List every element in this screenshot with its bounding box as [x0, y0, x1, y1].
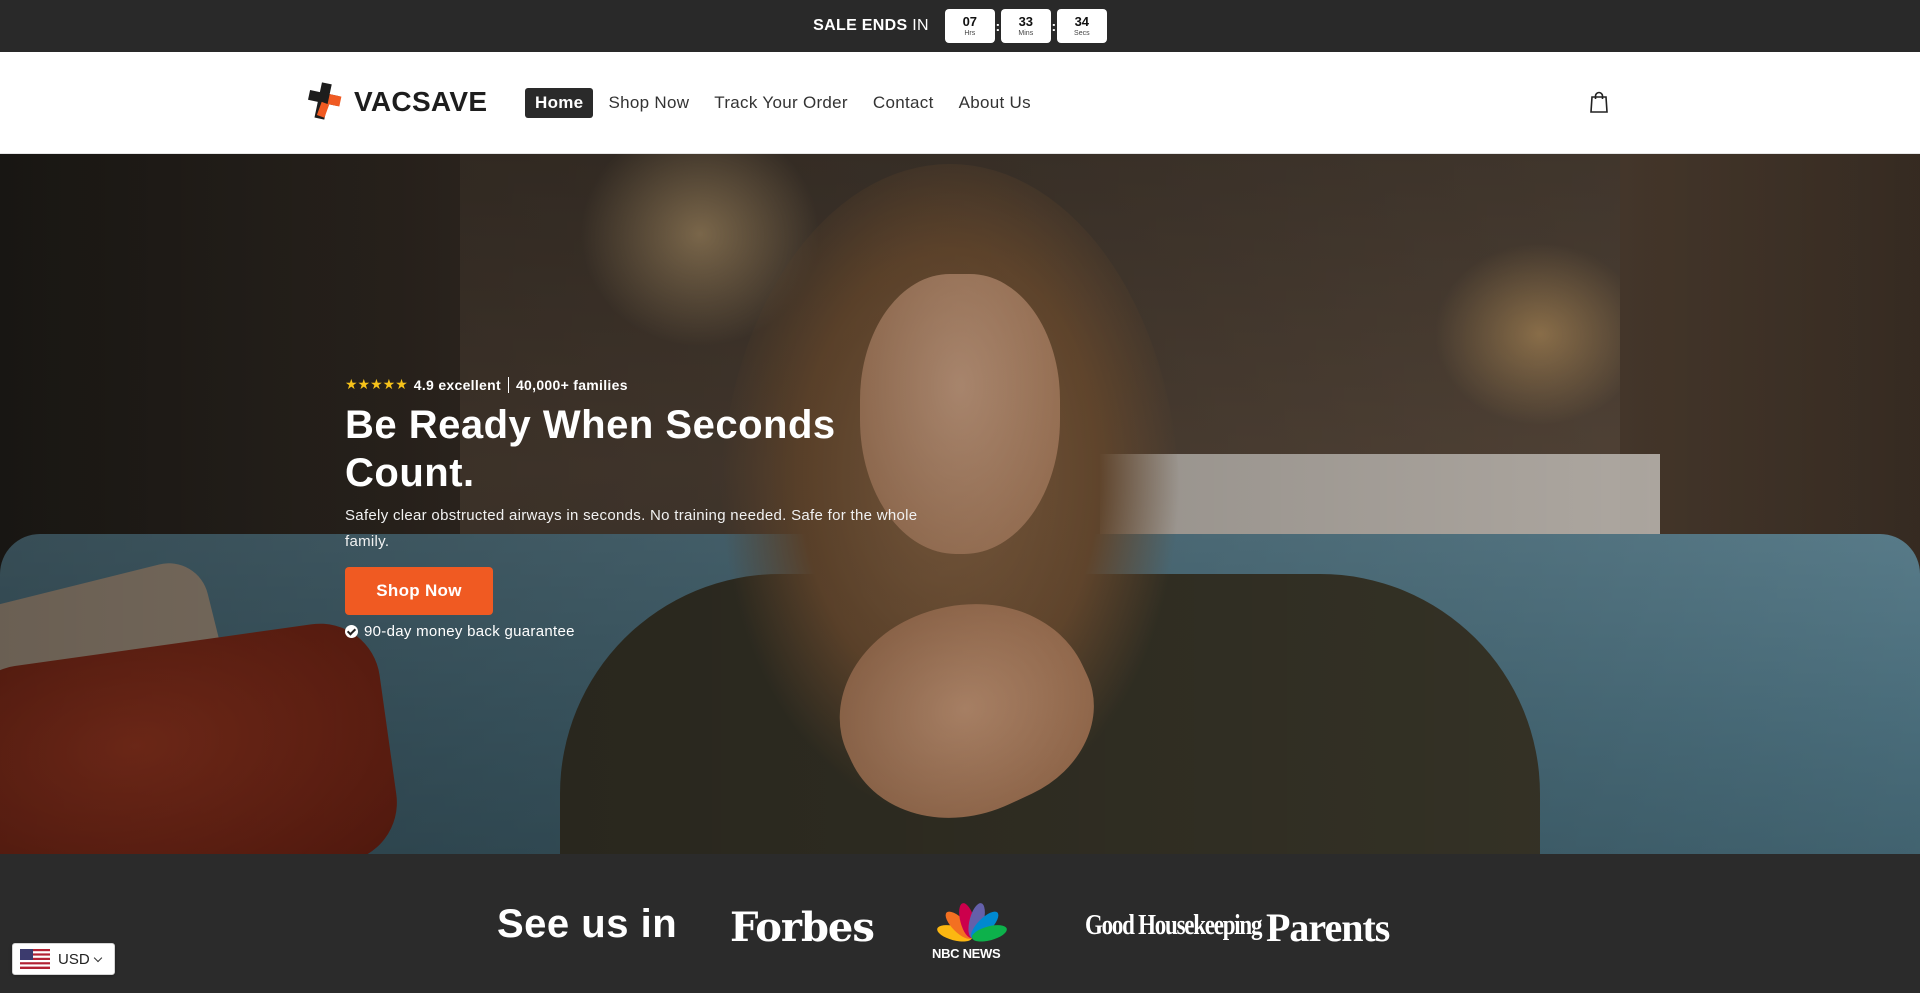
press-title: See us in	[497, 902, 678, 946]
currency-code: USD	[58, 950, 90, 968]
nav-shop-now[interactable]: Shop Now	[598, 88, 699, 118]
shop-now-button[interactable]: Shop Now	[345, 567, 493, 615]
shopping-bag-icon[interactable]	[1588, 90, 1610, 114]
hero-headline: Be Ready When Seconds Count.	[345, 403, 836, 495]
sale-label-rest: IN	[912, 17, 929, 34]
rating-text: 4.9 excellent	[413, 376, 501, 393]
timer-minutes-value: 33	[1018, 14, 1034, 29]
nav-home[interactable]: Home	[525, 88, 594, 118]
timer-separator: :	[1051, 18, 1057, 34]
timer-seconds-unit: Secs	[1074, 30, 1090, 37]
families-text: 40,000+ families	[515, 376, 628, 393]
good-housekeeping-logo: Good Housekeeping	[1085, 910, 1262, 941]
hero-subtext: Safely clear obstructed airways in secon…	[345, 507, 918, 550]
timer-hours: 07 Hrs	[944, 9, 995, 43]
timer-minutes-unit: Mins	[1018, 30, 1034, 37]
timer-seconds: 34 Secs	[1056, 9, 1107, 43]
parents-logo: Parents	[1266, 905, 1390, 950]
guarantee-row: 90-day money back guarantee	[345, 623, 965, 640]
site-header: VACSAVE Home Shop Now Track Your Order C…	[0, 52, 1920, 154]
us-flag-icon	[20, 949, 50, 969]
nav-about-us[interactable]: About Us	[949, 88, 1041, 118]
timer-hours-unit: Hrs	[964, 30, 976, 37]
site-logo[interactable]: VACSAVE	[306, 80, 487, 124]
timer-minutes: 33 Mins	[1000, 9, 1051, 43]
rating-row: ★★★★★ 4.9 excellent 40,000+ families	[345, 376, 965, 393]
sale-label: SALE ENDS IN	[813, 17, 929, 35]
nav-track-order[interactable]: Track Your Order	[704, 88, 858, 118]
sale-label-bold: SALE ENDS	[813, 17, 908, 34]
main-nav: Home Shop Now Track Your Order Contact A…	[525, 88, 1046, 118]
press-bar: See us in Forbes NBC NEWS Good Housekeep…	[0, 854, 1920, 993]
timer-hours-value: 07	[962, 14, 978, 29]
countdown-timer: 07 Hrs : 33 Mins : 34 Secs	[944, 9, 1107, 43]
chevron-down-icon	[93, 953, 102, 962]
guarantee-text: 90-day money back guarantee	[364, 623, 575, 640]
currency-selector[interactable]: USD	[12, 943, 115, 975]
timer-separator: :	[995, 18, 1001, 34]
hero-banner: ★★★★★ 4.9 excellent 40,000+ families Be …	[0, 154, 1920, 854]
announcement-bar: SALE ENDS IN 07 Hrs : 33 Mins : 34 Secs	[0, 0, 1920, 52]
nbc-news-logo: NBC NEWS	[932, 946, 1001, 961]
check-circle-icon	[345, 625, 358, 638]
nav-contact[interactable]: Contact	[863, 88, 944, 118]
forbes-logo: Forbes	[730, 904, 875, 951]
rating-divider	[507, 376, 509, 393]
hero-content: ★★★★★ 4.9 excellent 40,000+ families Be …	[345, 376, 965, 640]
logo-text: VACSAVE	[354, 86, 488, 117]
star-rating-icon: ★★★★★	[345, 376, 408, 392]
timer-seconds-value: 34	[1074, 14, 1090, 29]
medical-cross-logo-icon	[308, 82, 342, 120]
